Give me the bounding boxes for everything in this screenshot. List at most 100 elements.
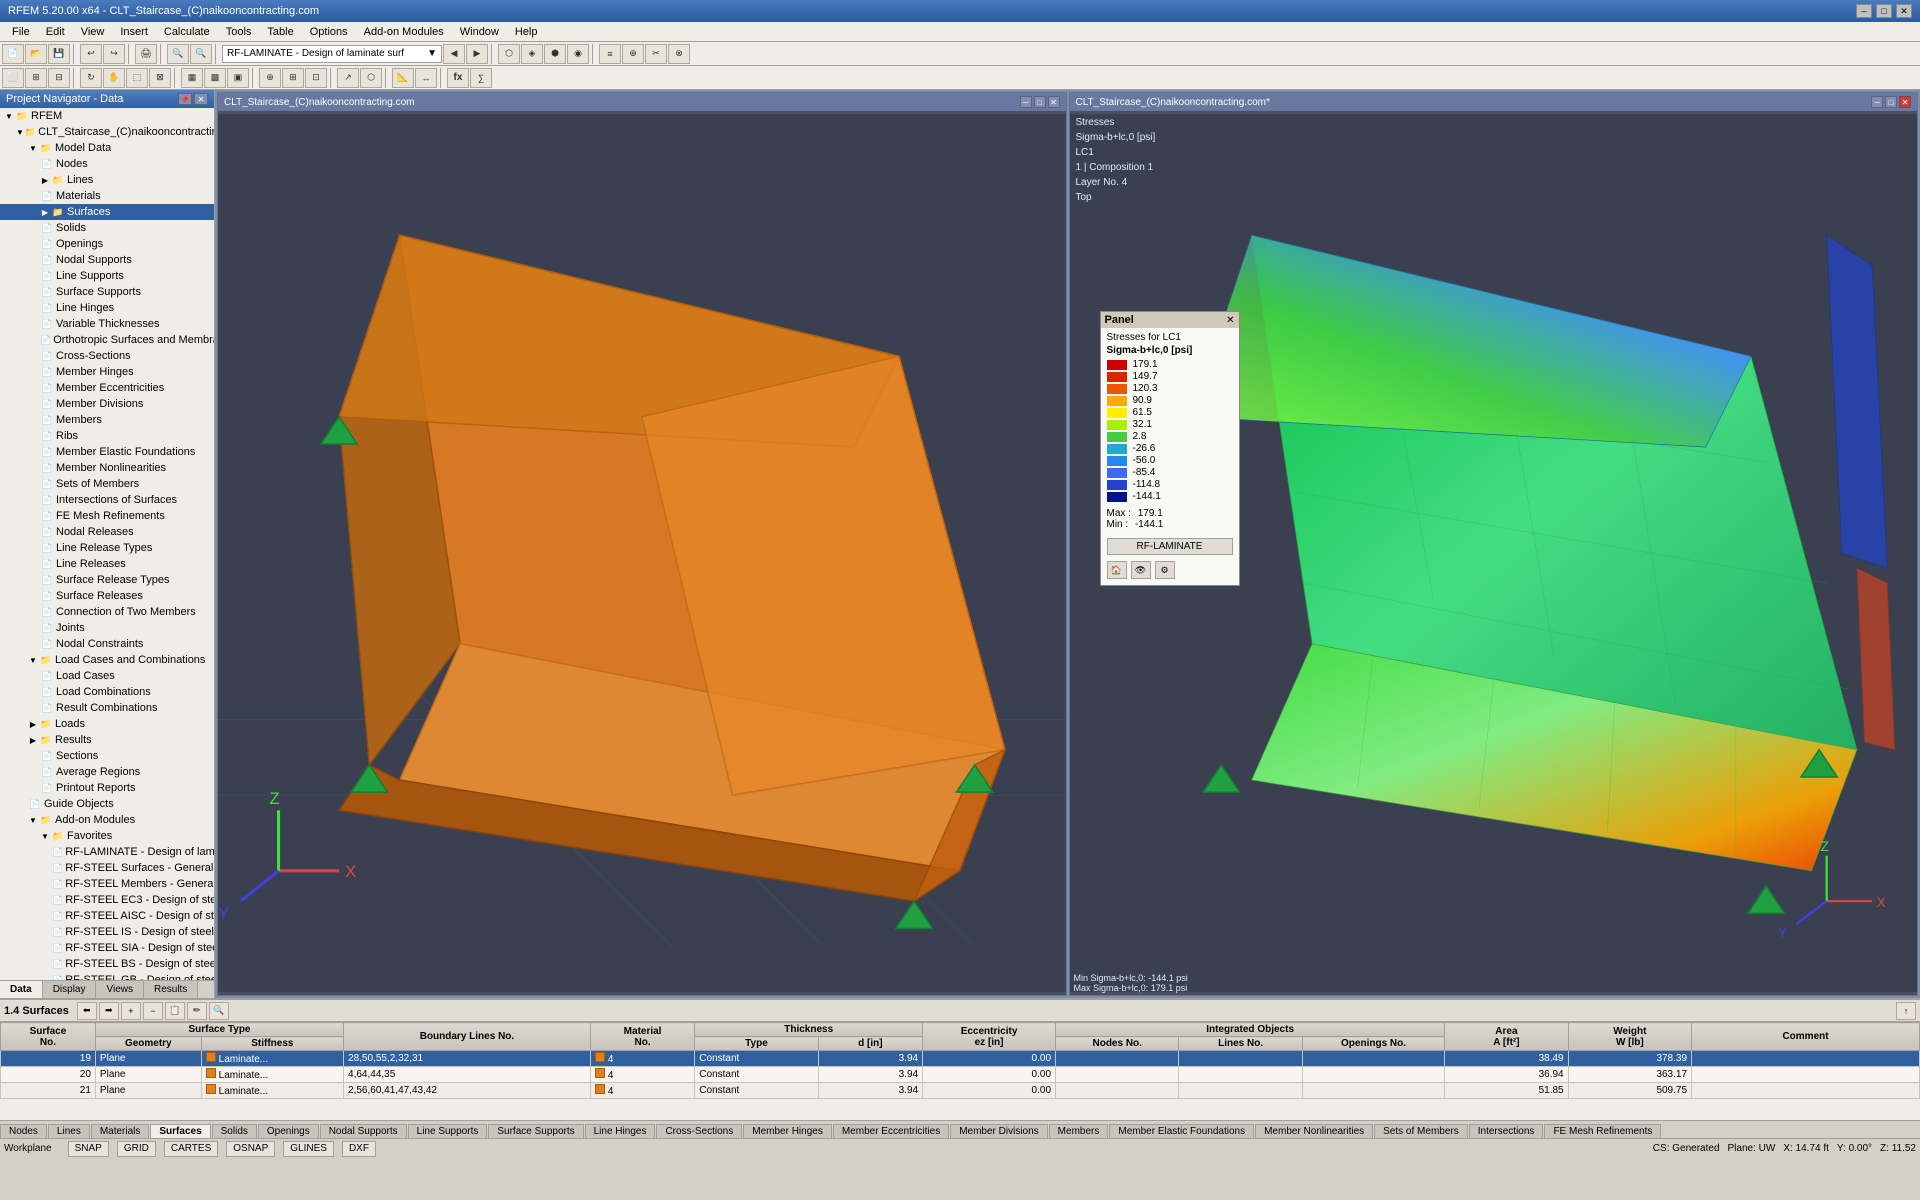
nav-item-11[interactable]: 📄Surface Supports [0, 284, 214, 300]
nav-item-47[interactable]: 📄RF-STEEL Surfaces - General stress ar [0, 860, 214, 876]
view2-btn[interactable]: ⊞ [25, 68, 47, 88]
maximize-button[interactable]: □ [1876, 4, 1892, 18]
nav-item-28[interactable]: 📄Line Releases [0, 556, 214, 572]
snap2[interactable]: ⊞ [282, 68, 304, 88]
nav-item-16[interactable]: 📄Member Hinges [0, 364, 214, 380]
module-selector[interactable]: RF-LAMINATE - Design of laminate surf ▼ [222, 45, 442, 63]
menu-item-window[interactable]: Window [452, 22, 507, 41]
nav-item-48[interactable]: 📄RF-STEEL Members - General stress ar [0, 876, 214, 892]
nav-item-25[interactable]: 📄FE Mesh Refinements [0, 508, 214, 524]
table-row-1[interactable]: 20PlaneLaminate...4,64,44,354Constant3.9… [1, 1067, 1920, 1083]
menu-item-calculate[interactable]: Calculate [156, 22, 218, 41]
tool4[interactable]: ◉ [567, 44, 589, 64]
nav-item-54[interactable]: 📄RF-STEEL GB - Design of steel memb [0, 972, 214, 980]
right-view-minimize[interactable]: ─ [1871, 96, 1883, 108]
nav-item-46[interactable]: 📄RF-LAMINATE - Design of lamin [0, 844, 214, 860]
nav-next-btn[interactable]: ▶ [466, 44, 488, 64]
nav-item-21[interactable]: 📄Member Elastic Foundations [0, 444, 214, 460]
nav-item-35[interactable]: 📄Load Cases [0, 668, 214, 684]
osnap-btn[interactable]: OSNAP [226, 1141, 275, 1157]
legend-close-btn[interactable]: ✕ [1226, 315, 1234, 326]
formula-btn[interactable]: ∑ [470, 68, 492, 88]
cartes-btn[interactable]: CARTES [164, 1141, 218, 1157]
expand-icon-0[interactable]: ▼ [4, 111, 14, 121]
nav-item-12[interactable]: 📄Line Hinges [0, 300, 214, 316]
nav-item-15[interactable]: 📄Cross-Sections [0, 348, 214, 364]
bottom-tab-solids[interactable]: Solids [212, 1124, 257, 1138]
bottom-tab-members[interactable]: Members [1049, 1124, 1109, 1138]
menu-item-file[interactable]: File [4, 22, 38, 41]
nav-item-0[interactable]: ▼📁RFEM [0, 108, 214, 124]
menu-item-view[interactable]: View [73, 22, 113, 41]
nav-item-29[interactable]: 📄Surface Release Types [0, 572, 214, 588]
nav-item-36[interactable]: 📄Load Combinations [0, 684, 214, 700]
expand-icon-38[interactable]: ▶ [28, 719, 38, 729]
expand-icon-44[interactable]: ▼ [28, 815, 38, 825]
nav-item-8[interactable]: 📄Openings [0, 236, 214, 252]
expand-icon-1[interactable]: ▼ [16, 127, 24, 137]
bottom-tab-nodal-supports[interactable]: Nodal Supports [320, 1124, 407, 1138]
print-btn[interactable]: 🖨 [135, 44, 157, 64]
nav-item-42[interactable]: 📄Printout Reports [0, 780, 214, 796]
glines-btn[interactable]: GLINES [283, 1141, 334, 1157]
snap-btn[interactable]: SNAP [68, 1141, 109, 1157]
save-btn[interactable]: 💾 [48, 44, 70, 64]
nav-item-26[interactable]: 📄Nodal Releases [0, 524, 214, 540]
bottom-tab-line-supports[interactable]: Line Supports [408, 1124, 488, 1138]
nav-item-37[interactable]: 📄Result Combinations [0, 700, 214, 716]
dimension-btn[interactable]: ↔ [415, 68, 437, 88]
expand-icon-2[interactable]: ▼ [28, 143, 38, 153]
menu-item-options[interactable]: Options [302, 22, 356, 41]
view1-btn[interactable]: ⬜ [2, 68, 24, 88]
nav-item-23[interactable]: 📄Sets of Members [0, 476, 214, 492]
expand-icon-6[interactable]: ▶ [40, 207, 50, 217]
table-btn7[interactable]: 🔍 [209, 1002, 229, 1020]
snap3[interactable]: ⊡ [305, 68, 327, 88]
left-view-minimize[interactable]: ─ [1020, 96, 1032, 108]
bottom-tab-member-nonlinearities[interactable]: Member Nonlinearities [1255, 1124, 1373, 1138]
nav-tab-views[interactable]: Views [96, 981, 144, 998]
legend-icon1[interactable]: 🏠 [1107, 561, 1127, 579]
nav-prev-btn[interactable]: ◀ [443, 44, 465, 64]
bottom-tab-nodes[interactable]: Nodes [0, 1124, 47, 1138]
nav-item-45[interactable]: ▼📁Favorites [0, 828, 214, 844]
close-button[interactable]: ✕ [1896, 4, 1912, 18]
nav-item-44[interactable]: ▼📁Add-on Modules [0, 812, 214, 828]
legend-icon3[interactable]: ⚙ [1155, 561, 1175, 579]
legend-icon2[interactable]: 👁 [1131, 561, 1151, 579]
nav-item-49[interactable]: 📄RF-STEEL EC3 - Design of steel mem [0, 892, 214, 908]
bottom-tab-member-elastic-foundations[interactable]: Member Elastic Foundations [1109, 1124, 1254, 1138]
table-btn4[interactable]: − [143, 1002, 163, 1020]
nav-item-1[interactable]: ▼📁CLT_Staircase_(C)naikooncontracting.co… [0, 124, 214, 140]
render3[interactable]: ▣ [227, 68, 249, 88]
nav-item-53[interactable]: 📄RF-STEEL BS - Design of steel memb [0, 956, 214, 972]
left-view-maximize[interactable]: □ [1034, 96, 1046, 108]
nav-tab-data[interactable]: Data [0, 981, 43, 998]
nav-item-14[interactable]: 📄Orthotropic Surfaces and Membrane [0, 332, 214, 348]
nav-item-19[interactable]: 📄Members [0, 412, 214, 428]
render2[interactable]: ▩ [204, 68, 226, 88]
bottom-tab-sets-of-members[interactable]: Sets of Members [1374, 1124, 1468, 1138]
nav-item-38[interactable]: ▶📁Loads [0, 716, 214, 732]
tool3[interactable]: ⬢ [544, 44, 566, 64]
pan-btn[interactable]: ✋ [103, 68, 125, 88]
bottom-tab-cross-sections[interactable]: Cross-Sections [656, 1124, 742, 1138]
nav-item-40[interactable]: 📄Sections [0, 748, 214, 764]
zoom-window-btn[interactable]: ⬚ [126, 68, 148, 88]
table-btn6[interactable]: ✏ [187, 1002, 207, 1020]
nav-item-10[interactable]: 📄Line Supports [0, 268, 214, 284]
menu-item-help[interactable]: Help [507, 22, 546, 41]
bottom-tab-materials[interactable]: Materials [91, 1124, 150, 1138]
zoom-in-btn[interactable]: 🔍 [167, 44, 189, 64]
nav-item-13[interactable]: 📄Variable Thicknesses [0, 316, 214, 332]
nav-tab-results[interactable]: Results [144, 981, 198, 998]
nav-item-2[interactable]: ▼📁Model Data [0, 140, 214, 156]
nav-item-18[interactable]: 📄Member Divisions [0, 396, 214, 412]
tool5[interactable]: ≡ [599, 44, 621, 64]
nav-item-20[interactable]: 📄Ribs [0, 428, 214, 444]
tool2[interactable]: ◈ [521, 44, 543, 64]
nav-item-32[interactable]: 📄Joints [0, 620, 214, 636]
table-row-0[interactable]: 19PlaneLaminate...28,50,55,2,32,314Const… [1, 1051, 1920, 1067]
nav-item-39[interactable]: ▶📁Results [0, 732, 214, 748]
nav-item-33[interactable]: 📄Nodal Constraints [0, 636, 214, 652]
